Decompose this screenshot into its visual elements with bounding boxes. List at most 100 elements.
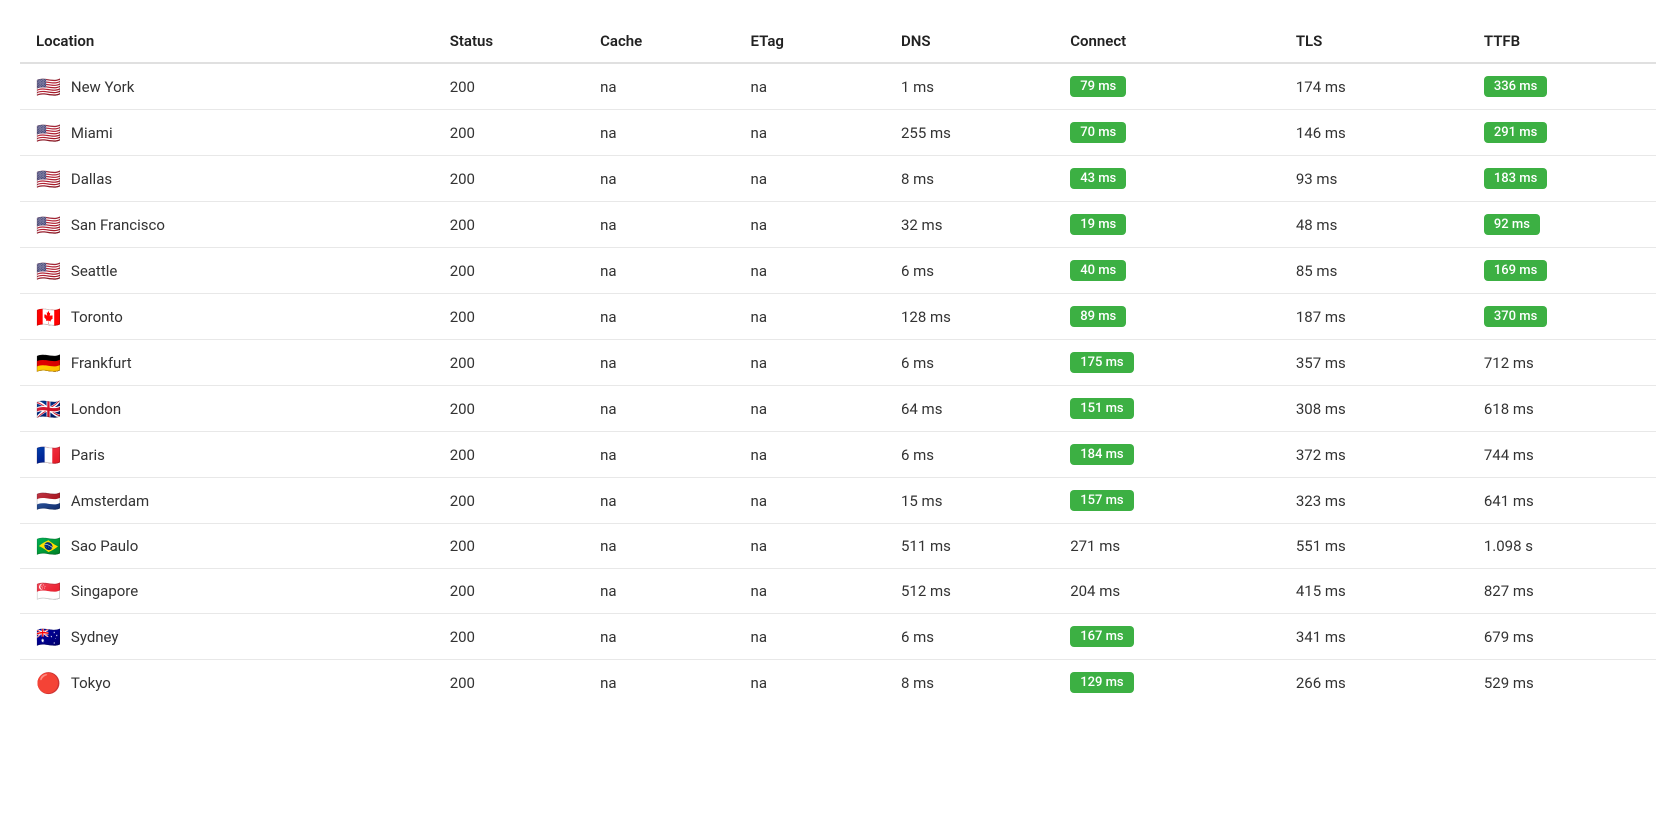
ttfb-badge: 291 ms (1484, 122, 1547, 143)
etag-cell: na (735, 432, 885, 478)
location-cell: 🇺🇸 Seattle (20, 248, 434, 294)
etag-cell: na (735, 340, 885, 386)
status-cell: 200 (434, 524, 584, 569)
table-row: 🇺🇸Dallas200nana8 ms43 ms93 ms183 ms (20, 156, 1656, 202)
table-row: 🔴Tokyo200nana8 ms129 ms266 ms529 ms (20, 660, 1656, 706)
location-name: Paris (71, 446, 105, 464)
header-etag: ETag (735, 20, 885, 63)
cache-cell: na (584, 202, 734, 248)
header-status: Status (434, 20, 584, 63)
flag-icon: 🇨🇦 (36, 307, 61, 327)
location-name: Sydney (71, 628, 119, 646)
status-cell: 200 (434, 432, 584, 478)
table-row: 🇫🇷Paris200nana6 ms184 ms372 ms744 ms (20, 432, 1656, 478)
ttfb-cell: 169 ms (1468, 248, 1656, 294)
cache-cell: na (584, 340, 734, 386)
table-row: 🇺🇸San Francisco200nana32 ms19 ms48 ms92 … (20, 202, 1656, 248)
flag-icon: 🇧🇷 (36, 536, 61, 556)
performance-table: Location Status Cache ETag DNS Connect T… (20, 20, 1656, 705)
tls-cell: 323 ms (1280, 478, 1468, 524)
flag-icon: 🇺🇸 (36, 261, 61, 281)
header-cache: Cache (584, 20, 734, 63)
status-cell: 200 (434, 202, 584, 248)
location-cell: 🇦🇺Sydney (20, 614, 434, 660)
connect-badge: 184 ms (1070, 444, 1133, 465)
location-name: Miami (71, 124, 113, 142)
location-name: Frankfurt (71, 354, 132, 372)
cache-cell: na (584, 432, 734, 478)
connect-cell: 129 ms (1054, 660, 1280, 706)
table-row: 🇬🇧London200nana64 ms151 ms308 ms618 ms (20, 386, 1656, 432)
dns-cell: 8 ms (885, 660, 1054, 706)
dns-cell: 6 ms (885, 248, 1054, 294)
ttfb-cell: 827 ms (1468, 569, 1656, 614)
header-tls: TLS (1280, 20, 1468, 63)
etag-cell: na (735, 478, 885, 524)
location-cell: 🇬🇧London (20, 386, 434, 432)
flag-icon: 🇫🇷 (36, 445, 61, 465)
ttfb-cell: 641 ms (1468, 478, 1656, 524)
flag-icon: 🇳🇱 (36, 491, 61, 511)
connect-cell: 43 ms (1054, 156, 1280, 202)
location-name: Sao Paulo (71, 537, 138, 555)
connect-badge: 175 ms (1070, 352, 1133, 373)
header-ttfb: TTFB (1468, 20, 1656, 63)
tls-cell: 341 ms (1280, 614, 1468, 660)
location-cell: 🇧🇷 Sao Paulo (20, 524, 434, 569)
connect-cell: 184 ms (1054, 432, 1280, 478)
location-cell: 🇫🇷 Paris (20, 432, 434, 478)
status-cell: 200 (434, 63, 584, 110)
tls-cell: 266 ms (1280, 660, 1468, 706)
connect-cell: 271 ms (1054, 524, 1280, 569)
tls-cell: 146 ms (1280, 110, 1468, 156)
dns-cell: 8 ms (885, 156, 1054, 202)
tls-cell: 308 ms (1280, 386, 1468, 432)
status-cell: 200 (434, 248, 584, 294)
table-row: 🇺🇸Seattle200nana6 ms40 ms85 ms169 ms (20, 248, 1656, 294)
flag-icon: 🇺🇸 (36, 215, 61, 235)
etag-cell: na (735, 202, 885, 248)
etag-cell: na (735, 248, 885, 294)
location-cell: 🇺🇸 San Francisco (20, 202, 434, 248)
location-cell: 🇳🇱 Amsterdam (20, 478, 434, 524)
connect-badge: 43 ms (1070, 168, 1126, 189)
table-row: 🇧🇷Sao Paulo200nana511 ms271 ms551 ms1.09… (20, 524, 1656, 569)
location-name: San Francisco (71, 216, 165, 234)
ttfb-cell: 291 ms (1468, 110, 1656, 156)
cache-cell: na (584, 386, 734, 432)
location-cell: 🇺🇸Miami (20, 110, 434, 156)
table-row: 🇳🇱Amsterdam200nana15 ms157 ms323 ms641 m… (20, 478, 1656, 524)
cache-cell: na (584, 478, 734, 524)
cache-cell: na (584, 248, 734, 294)
status-cell: 200 (434, 386, 584, 432)
dns-cell: 1 ms (885, 63, 1054, 110)
location-cell: 🇩🇪Frankfurt (20, 340, 434, 386)
table-row: 🇦🇺Sydney200nana6 ms167 ms341 ms679 ms (20, 614, 1656, 660)
ttfb-cell: 679 ms (1468, 614, 1656, 660)
connect-cell: 70 ms (1054, 110, 1280, 156)
etag-cell: na (735, 524, 885, 569)
dns-cell: 512 ms (885, 569, 1054, 614)
ttfb-cell: 183 ms (1468, 156, 1656, 202)
ttfb-badge: 183 ms (1484, 168, 1547, 189)
dns-cell: 32 ms (885, 202, 1054, 248)
ttfb-cell: 92 ms (1468, 202, 1656, 248)
etag-cell: na (735, 614, 885, 660)
tls-cell: 551 ms (1280, 524, 1468, 569)
location-name: Seattle (71, 262, 117, 280)
dns-cell: 64 ms (885, 386, 1054, 432)
table-row: 🇺🇸Miami200nana255 ms70 ms146 ms291 ms (20, 110, 1656, 156)
status-cell: 200 (434, 340, 584, 386)
connect-cell: 157 ms (1054, 478, 1280, 524)
flag-icon: 🇺🇸 (36, 77, 61, 97)
header-location: Location (20, 20, 434, 63)
header-connect: Connect (1054, 20, 1280, 63)
table-row: 🇺🇸New York200nana1 ms79 ms174 ms336 ms (20, 63, 1656, 110)
table-row: 🇨🇦Toronto200nana128 ms89 ms187 ms370 ms (20, 294, 1656, 340)
connect-cell: 167 ms (1054, 614, 1280, 660)
ttfb-cell: 336 ms (1468, 63, 1656, 110)
location-name: Amsterdam (71, 492, 149, 510)
status-cell: 200 (434, 569, 584, 614)
tls-cell: 415 ms (1280, 569, 1468, 614)
etag-cell: na (735, 386, 885, 432)
